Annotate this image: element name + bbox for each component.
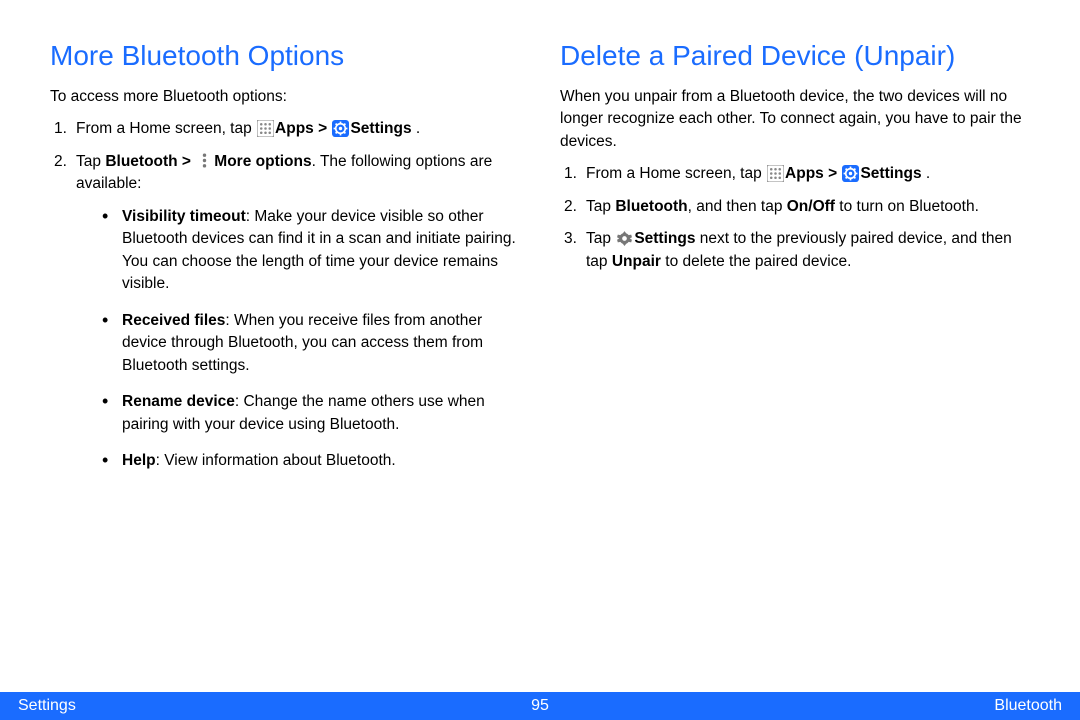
- left-column: More Bluetooth Options To access more Bl…: [50, 40, 520, 720]
- bluetooth-label: Bluetooth >: [105, 153, 195, 170]
- text: to delete the paired device.: [661, 253, 851, 270]
- right-step-3: Tap Settings next to the previously pair…: [560, 228, 1030, 273]
- gear-icon: [616, 230, 633, 247]
- text: Tap: [586, 198, 615, 215]
- page-footer: Settings 95 Bluetooth: [0, 692, 1080, 720]
- text: .: [922, 165, 931, 182]
- right-column: Delete a Paired Device (Unpair) When you…: [560, 40, 1030, 720]
- footer-right: Bluetooth: [994, 697, 1062, 715]
- settings-icon: [332, 120, 349, 137]
- option-title: Help: [122, 452, 156, 469]
- more-options-label: More options: [214, 153, 311, 170]
- left-intro: To access more Bluetooth options:: [50, 86, 520, 108]
- option-visibility-timeout: Visibility timeout: Make your device vis…: [102, 206, 520, 296]
- text: From a Home screen, tap: [76, 120, 256, 137]
- text: , and then tap: [688, 198, 787, 215]
- left-step-2: Tap Bluetooth > More options. The follow…: [50, 151, 520, 473]
- apps-icon: [767, 165, 784, 182]
- option-title: Received files: [122, 312, 225, 329]
- option-help: Help: View information about Bluetooth.: [102, 450, 520, 472]
- text: Tap: [76, 153, 105, 170]
- apps-label: Apps >: [785, 165, 841, 182]
- right-step-1: From a Home screen, tap Apps > Settings …: [560, 163, 1030, 185]
- text: to turn on Bluetooth.: [835, 198, 979, 215]
- text: Tap: [586, 230, 615, 247]
- heading-delete-paired-device: Delete a Paired Device (Unpair): [560, 40, 1030, 72]
- option-rename-device: Rename device: Change the name others us…: [102, 391, 520, 436]
- text: .: [412, 120, 421, 137]
- apps-icon: [257, 120, 274, 137]
- settings-label: Settings: [350, 120, 411, 137]
- option-body: : View information about Bluetooth.: [156, 452, 396, 469]
- left-steps: From a Home screen, tap Apps > Settings …: [50, 118, 520, 472]
- option-received-files: Received files: When you receive files f…: [102, 310, 520, 377]
- apps-label: Apps >: [275, 120, 331, 137]
- footer-left: Settings: [18, 697, 76, 715]
- right-steps: From a Home screen, tap Apps > Settings …: [560, 163, 1030, 273]
- option-title: Visibility timeout: [122, 208, 246, 225]
- left-step-1: From a Home screen, tap Apps > Settings …: [50, 118, 520, 140]
- right-step-2: Tap Bluetooth, and then tap On/Off to tu…: [560, 196, 1030, 218]
- option-title: Rename device: [122, 393, 235, 410]
- settings-icon: [842, 165, 859, 182]
- settings-label: Settings: [860, 165, 921, 182]
- onoff-label: On/Off: [787, 198, 835, 215]
- heading-more-bluetooth-options: More Bluetooth Options: [50, 40, 520, 72]
- right-intro: When you unpair from a Bluetooth device,…: [560, 86, 1030, 153]
- bluetooth-label: Bluetooth: [615, 198, 687, 215]
- manual-page: More Bluetooth Options To access more Bl…: [0, 0, 1080, 720]
- options-list: Visibility timeout: Make your device vis…: [76, 206, 520, 473]
- unpair-label: Unpair: [612, 253, 661, 270]
- settings-label: Settings: [634, 230, 695, 247]
- page-number: 95: [531, 697, 549, 715]
- text: From a Home screen, tap: [586, 165, 766, 182]
- more-options-icon: [196, 152, 213, 169]
